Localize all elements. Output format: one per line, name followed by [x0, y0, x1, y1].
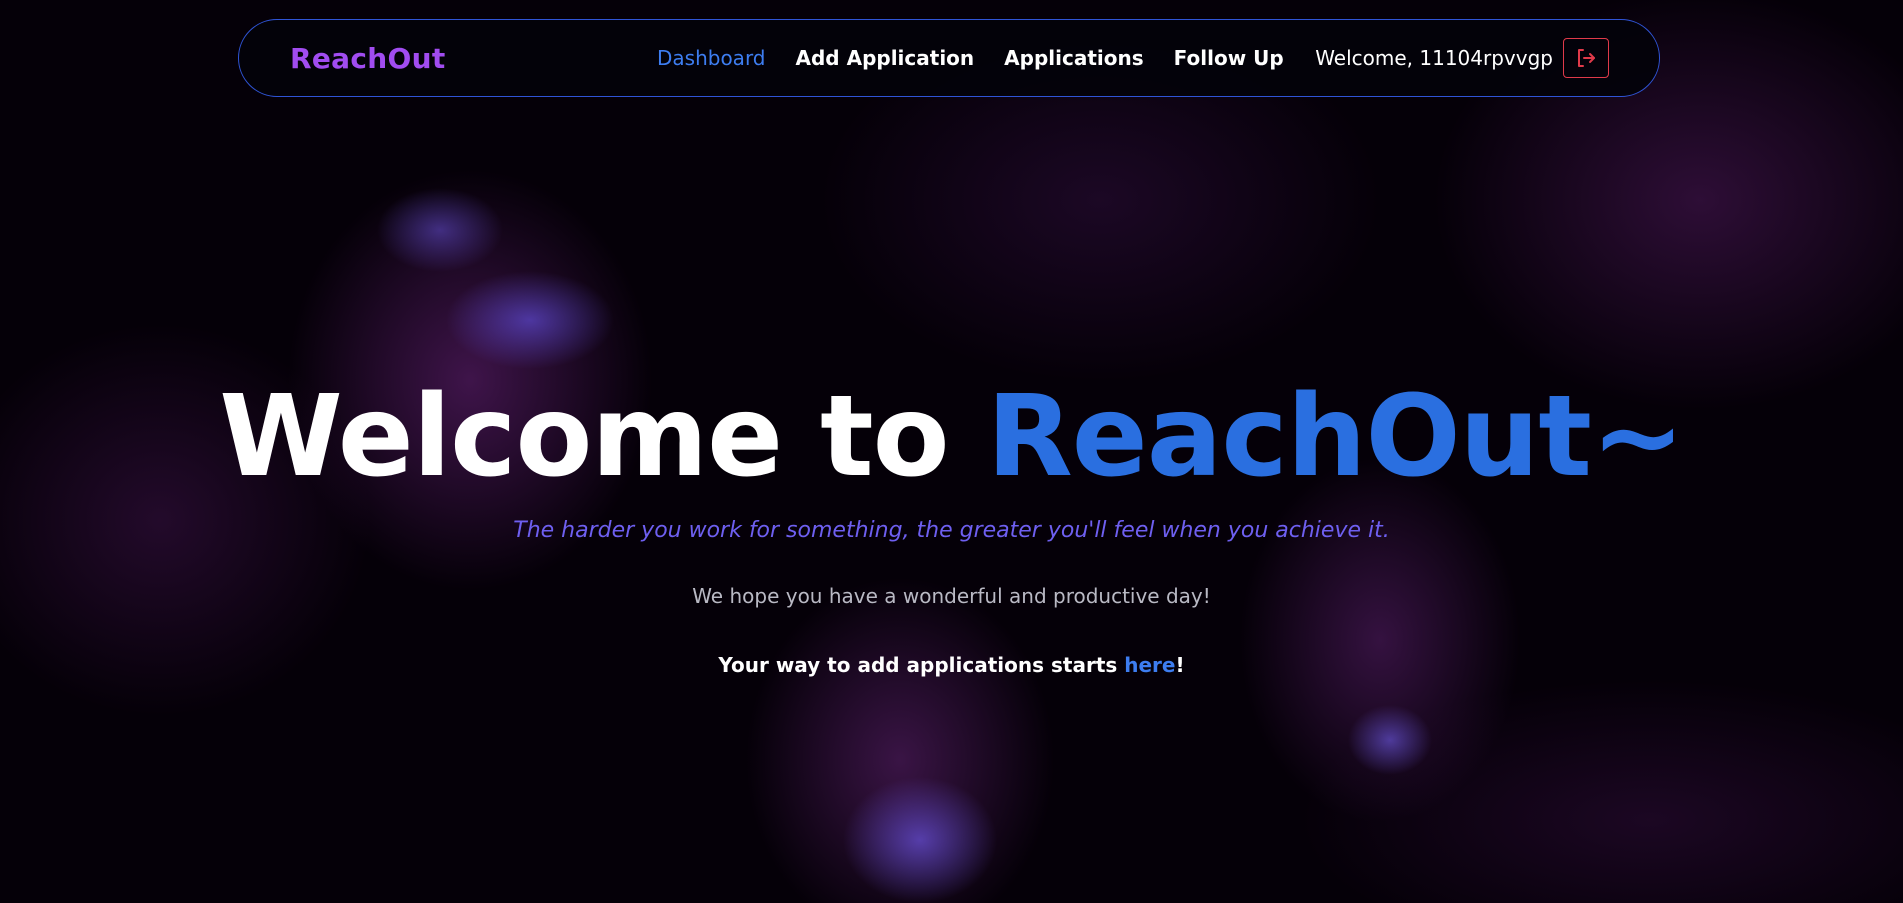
nav-link-dashboard[interactable]: Dashboard	[657, 46, 766, 70]
nav-link-follow-up[interactable]: Follow Up	[1174, 46, 1284, 70]
page-background: ReachOut Dashboard Add Application Appli…	[0, 0, 1903, 903]
nav-link-add-application[interactable]: Add Application	[796, 46, 975, 70]
brand-logo[interactable]: ReachOut	[290, 42, 446, 75]
logout-icon	[1578, 49, 1595, 67]
hero-tagline: The harder you work for something, the g…	[513, 518, 1390, 543]
nav-links: Dashboard Add Application Applications F…	[657, 46, 1284, 70]
hero-subtitle: We hope you have a wonderful and product…	[692, 584, 1211, 608]
logout-button[interactable]	[1563, 38, 1609, 78]
nav-link-applications[interactable]: Applications	[1004, 46, 1143, 70]
hero-title: Welcome to ReachOut~	[0, 372, 1903, 502]
cta-prefix: Your way to add applications starts	[718, 653, 1125, 677]
user-area: Welcome, 11104rpvvgp	[1315, 38, 1609, 78]
hero-title-prefix: Welcome to	[219, 372, 987, 502]
cta-here-link[interactable]: here	[1124, 653, 1175, 677]
welcome-user-text: Welcome, 11104rpvvgp	[1315, 46, 1553, 70]
hero-title-accent: ReachOut~	[986, 372, 1685, 502]
hero-cta: Your way to add applications starts here…	[0, 653, 1903, 677]
cta-suffix: !	[1175, 653, 1185, 677]
top-navbar: ReachOut Dashboard Add Application Appli…	[238, 19, 1660, 97]
